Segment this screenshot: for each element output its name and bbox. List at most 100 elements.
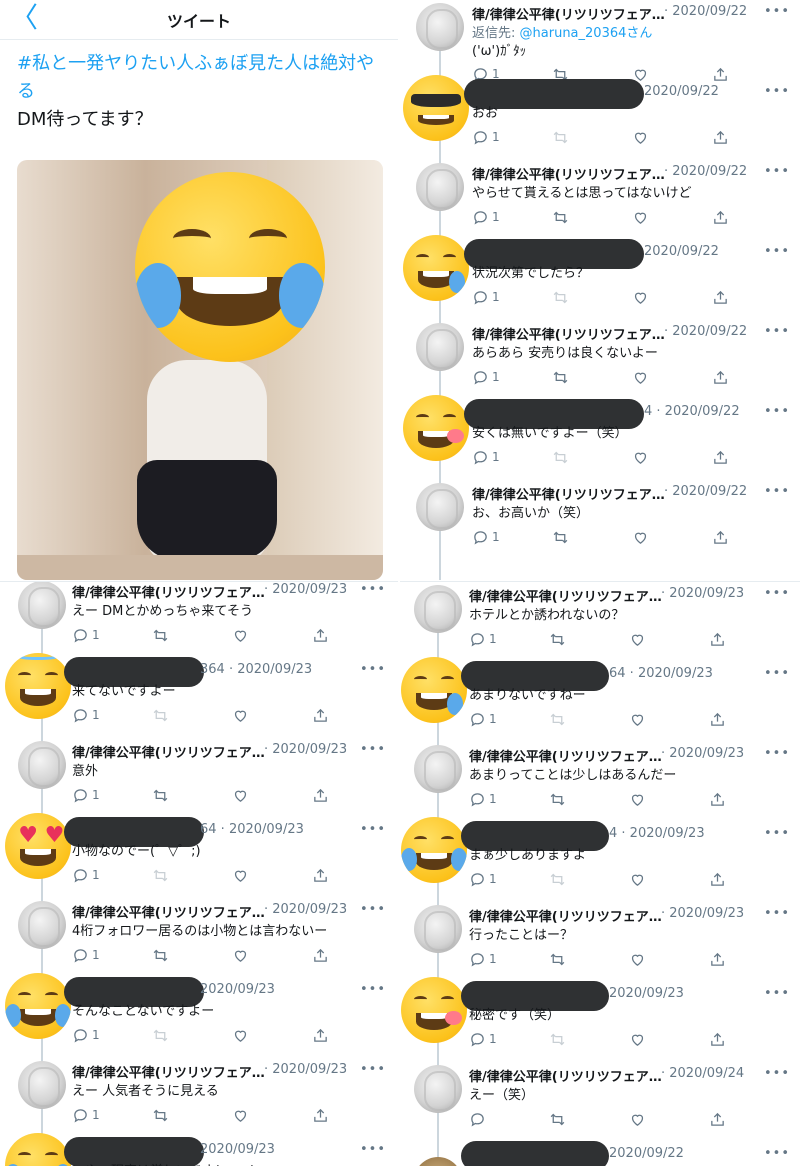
reply-button[interactable]: [469, 1109, 489, 1129]
more-icon[interactable]: •••: [764, 666, 790, 681]
share-button[interactable]: [312, 945, 329, 965]
more-icon[interactable]: •••: [764, 164, 790, 179]
tweet-date[interactable]: 2020/09/23: [609, 986, 684, 1001]
author-name[interactable]: 律/律律公平律(リツリツフェア…: [469, 586, 661, 605]
reply-to-handle[interactable]: @haruna_20364さん: [520, 26, 653, 41]
sweat-emoji-avatar[interactable]: [401, 656, 467, 723]
tweet-date[interactable]: · 2020/09/23: [661, 586, 744, 601]
sunglasses-emoji-avatar[interactable]: [403, 74, 469, 141]
profile-avatar[interactable]: [416, 163, 464, 211]
photo-avatar[interactable]: [414, 1157, 462, 1166]
more-icon[interactable]: •••: [764, 1066, 790, 1081]
author-name[interactable]: 律/律律公平律(リツリツフェア…: [472, 484, 664, 503]
like-button[interactable]: [232, 865, 249, 885]
like-button[interactable]: [632, 207, 649, 227]
like-button[interactable]: [629, 629, 646, 649]
profile-avatar[interactable]: [18, 741, 66, 789]
sweat-emoji-avatar[interactable]: [403, 234, 469, 301]
like-button[interactable]: [232, 1105, 249, 1125]
more-icon[interactable]: •••: [764, 4, 790, 19]
share-button[interactable]: [709, 629, 726, 649]
blush-emoji-avatar[interactable]: [403, 394, 469, 461]
share-button[interactable]: [709, 1109, 726, 1129]
author-name[interactable]: 律/律律公平律(リツリツフェア…: [472, 324, 664, 343]
reply-button[interactable]: 1: [472, 447, 500, 467]
like-button[interactable]: [632, 527, 649, 547]
more-icon[interactable]: •••: [764, 244, 790, 259]
retweet-button[interactable]: [549, 949, 566, 969]
profile-avatar[interactable]: [416, 483, 464, 531]
profile-avatar[interactable]: [414, 585, 462, 633]
tweet-date[interactable]: · 2020/09/23: [661, 906, 744, 921]
like-button[interactable]: [629, 869, 646, 889]
tweet-date[interactable]: 2020/09/22: [644, 244, 719, 259]
more-icon[interactable]: •••: [360, 822, 386, 837]
like-button[interactable]: [632, 367, 649, 387]
tweet-date[interactable]: 64 · 2020/09/23: [609, 666, 713, 681]
share-button[interactable]: [312, 625, 329, 645]
author-name[interactable]: 律/律律公平律(リツリツフェア…: [72, 1062, 264, 1081]
profile-avatar[interactable]: [18, 1061, 66, 1109]
author-name[interactable]: 律/律律公平律(リツリツフェア…: [469, 1066, 661, 1085]
share-button[interactable]: [312, 865, 329, 885]
more-icon[interactable]: •••: [360, 1062, 386, 1077]
retweet-button[interactable]: [549, 629, 566, 649]
reply-button[interactable]: 1: [72, 1025, 100, 1045]
blush-emoji-avatar[interactable]: [401, 976, 467, 1043]
tweet-date[interactable]: 4 · 2020/09/23: [609, 826, 705, 841]
share-button[interactable]: [312, 785, 329, 805]
like-button[interactable]: [629, 1109, 646, 1129]
reply-button[interactable]: 1: [472, 207, 500, 227]
reply-button[interactable]: 1: [72, 785, 100, 805]
more-icon[interactable]: •••: [360, 662, 386, 677]
reply-button[interactable]: 1: [469, 709, 497, 729]
reply-button[interactable]: 1: [72, 865, 100, 885]
like-button[interactable]: [232, 945, 249, 965]
reply-button[interactable]: 1: [469, 949, 497, 969]
tweet-date[interactable]: · 2020/09/22: [664, 324, 747, 339]
reply-button[interactable]: 1: [72, 1105, 100, 1125]
halo-emoji-avatar[interactable]: [5, 652, 71, 719]
more-icon[interactable]: •••: [764, 324, 790, 339]
more-icon[interactable]: •••: [360, 982, 386, 997]
retweet-button[interactable]: [152, 785, 169, 805]
tweet-date[interactable]: · 2020/09/22: [664, 484, 747, 499]
like-button[interactable]: [632, 287, 649, 307]
share-button[interactable]: [712, 127, 729, 147]
heart-eyes-emoji-avatar[interactable]: ♥ ♥: [5, 812, 71, 879]
retweet-button[interactable]: [549, 709, 566, 729]
share-button[interactable]: [709, 789, 726, 809]
reply-button[interactable]: 1: [472, 527, 500, 547]
tweet-date[interactable]: · 2020/09/22: [664, 4, 747, 19]
more-icon[interactable]: •••: [764, 84, 790, 99]
retweet-button[interactable]: [549, 869, 566, 889]
like-button[interactable]: [632, 127, 649, 147]
share-button[interactable]: [312, 1025, 329, 1045]
reply-button[interactable]: 1: [472, 127, 500, 147]
like-button[interactable]: [232, 705, 249, 725]
author-name[interactable]: 律/律律公平律(リツリツフェア…: [472, 4, 664, 23]
retweet-button[interactable]: [552, 367, 569, 387]
reply-button[interactable]: 1: [72, 945, 100, 965]
author-name[interactable]: 律/律律公平律(リツリツフェア…: [469, 906, 661, 925]
tweet-date[interactable]: 2020/09/22: [644, 84, 719, 99]
share-button[interactable]: [312, 705, 329, 725]
share-button[interactable]: [712, 447, 729, 467]
reply-button[interactable]: 1: [469, 869, 497, 889]
profile-avatar[interactable]: [414, 905, 462, 953]
retweet-button[interactable]: [552, 447, 569, 467]
tweet-date[interactable]: 2020/09/23: [200, 1142, 275, 1157]
like-button[interactable]: [629, 949, 646, 969]
tweet-date[interactable]: 64 · 2020/09/23: [200, 822, 304, 837]
retweet-button[interactable]: [552, 287, 569, 307]
tweet-date[interactable]: 4 · 2020/09/22: [644, 404, 740, 419]
tweet-date[interactable]: · 2020/09/23: [264, 1062, 347, 1077]
retweet-button[interactable]: [549, 789, 566, 809]
more-icon[interactable]: •••: [764, 746, 790, 761]
reply-button[interactable]: 1: [469, 1029, 497, 1049]
profile-avatar[interactable]: [416, 323, 464, 371]
tears-emoji-avatar[interactable]: [401, 816, 467, 883]
more-icon[interactable]: •••: [360, 902, 386, 917]
more-icon[interactable]: •••: [764, 1146, 790, 1161]
profile-avatar[interactable]: [18, 582, 66, 629]
